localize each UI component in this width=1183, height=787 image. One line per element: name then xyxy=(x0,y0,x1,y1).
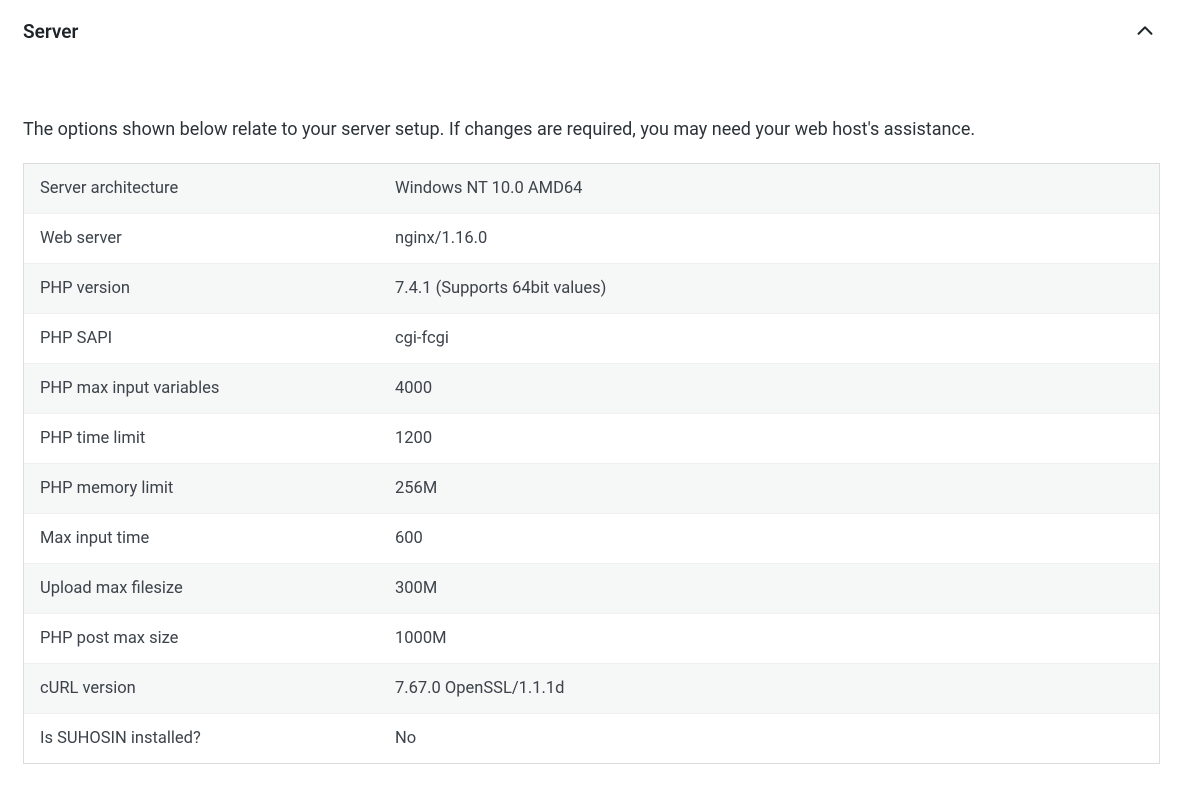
table-row: Upload max filesize 300M xyxy=(24,564,1159,614)
table-row: PHP post max size 1000M xyxy=(24,614,1159,664)
table-row: PHP SAPI cgi-fcgi xyxy=(24,314,1159,364)
row-value: 7.67.0 OpenSSL/1.1.1d xyxy=(379,664,1159,713)
row-value: 600 xyxy=(379,514,1159,563)
row-label: PHP version xyxy=(24,264,379,313)
row-label: Is SUHOSIN installed? xyxy=(24,714,379,763)
table-row: Max input time 600 xyxy=(24,514,1159,564)
table-row: PHP version 7.4.1 (Supports 64bit values… xyxy=(24,264,1159,314)
row-label: cURL version xyxy=(24,664,379,713)
table-row: PHP max input variables 4000 xyxy=(24,364,1159,414)
row-value: Windows NT 10.0 AMD64 xyxy=(379,164,1159,213)
panel-description: The options shown below relate to your s… xyxy=(23,116,1160,143)
row-value: nginx/1.16.0 xyxy=(379,214,1159,263)
server-info-table: Server architecture Windows NT 10.0 AMD6… xyxy=(23,163,1160,764)
row-label: PHP SAPI xyxy=(24,314,379,363)
table-row: Web server nginx/1.16.0 xyxy=(24,214,1159,264)
row-label: PHP memory limit xyxy=(24,464,379,513)
row-label: Max input time xyxy=(24,514,379,563)
row-label: Server architecture xyxy=(24,164,379,213)
table-row: Is SUHOSIN installed? No xyxy=(24,714,1159,763)
panel-header[interactable]: Server xyxy=(23,10,1160,58)
table-row: PHP memory limit 256M xyxy=(24,464,1159,514)
panel-title: Server xyxy=(23,20,78,43)
row-value: cgi-fcgi xyxy=(379,314,1159,363)
row-value: 1000M xyxy=(379,614,1159,663)
row-label: PHP max input variables xyxy=(24,364,379,413)
chevron-up-icon[interactable] xyxy=(1130,16,1160,46)
row-value: 300M xyxy=(379,564,1159,613)
row-value: 1200 xyxy=(379,414,1159,463)
row-label: Web server xyxy=(24,214,379,263)
table-row: PHP time limit 1200 xyxy=(24,414,1159,464)
row-value: 7.4.1 (Supports 64bit values) xyxy=(379,264,1159,313)
table-row: Server architecture Windows NT 10.0 AMD6… xyxy=(24,164,1159,214)
table-row: cURL version 7.67.0 OpenSSL/1.1.1d xyxy=(24,664,1159,714)
row-label: PHP time limit xyxy=(24,414,379,463)
row-label: PHP post max size xyxy=(24,614,379,663)
row-value: 256M xyxy=(379,464,1159,513)
row-label: Upload max filesize xyxy=(24,564,379,613)
row-value: No xyxy=(379,714,1159,763)
row-value: 4000 xyxy=(379,364,1159,413)
